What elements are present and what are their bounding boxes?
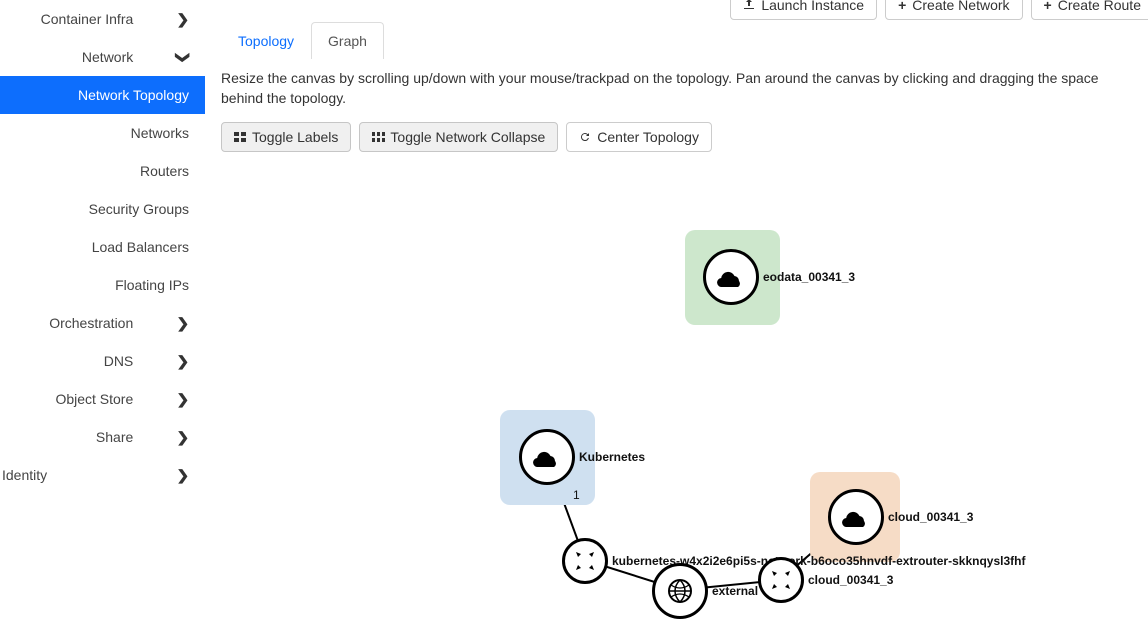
toggle-labels-button[interactable]: Toggle Labels	[221, 122, 351, 152]
sidebar-item-label: Object Store	[4, 391, 177, 407]
tab-label: Topology	[238, 33, 294, 49]
cloud-icon	[703, 249, 759, 305]
create-network-button[interactable]: Create Network	[885, 0, 1022, 20]
chevron-right-icon: ❯	[177, 391, 190, 408]
sidebar-item-identity[interactable]: Identity ❯	[0, 456, 205, 494]
sidebar-item-network-topology[interactable]: Network Topology	[0, 76, 205, 114]
button-label: Toggle Labels	[252, 129, 338, 145]
sidebar-item-share[interactable]: Share ❯	[0, 418, 205, 456]
graph-hint-text: Resize the canvas by scrolling up/down w…	[221, 69, 1141, 108]
sidebar-item-label: Floating IPs	[0, 277, 189, 293]
sidebar-item-label: Network	[4, 49, 177, 65]
button-label: Create Route	[1058, 0, 1141, 13]
network-node-cloud[interactable]: cloud_00341_3	[828, 489, 973, 545]
top-action-buttons: Launch Instance Create Network Create Ro…	[730, 0, 1148, 20]
sidebar-item-label: Container Infra	[4, 11, 177, 27]
cloud-icon	[519, 429, 575, 485]
topology-canvas[interactable]: eodata_00341_3 Kubernetes 1 cloud_00341_…	[205, 150, 1148, 635]
button-label: Toggle Network Collapse	[390, 129, 545, 145]
sidebar-item-label: Network Topology	[0, 87, 189, 103]
router-icon	[758, 557, 804, 603]
sidebar-item-routers[interactable]: Routers	[0, 152, 205, 190]
sidebar-item-label: Identity	[2, 467, 47, 483]
chevron-right-icon: ❯	[177, 11, 190, 28]
button-label: Launch Instance	[761, 0, 864, 13]
plus-icon	[898, 0, 906, 13]
node-badge: 1	[573, 488, 580, 502]
sidebar-item-label: Load Balancers	[0, 239, 189, 255]
router-node-cloud[interactable]: cloud_00341_3	[758, 557, 893, 603]
toggle-network-collapse-button[interactable]: Toggle Network Collapse	[359, 122, 558, 152]
refresh-icon	[579, 131, 591, 143]
sidebar-item-networks[interactable]: Networks	[0, 114, 205, 152]
node-label: external	[712, 584, 758, 598]
sidebar-item-label: Routers	[0, 163, 189, 179]
sidebar-item-dns[interactable]: DNS ❯	[0, 342, 205, 380]
globe-icon	[652, 563, 708, 619]
chevron-down-icon: ❯	[175, 51, 192, 64]
upload-icon	[743, 0, 755, 13]
sidebar-item-container-infra[interactable]: Container Infra ❯	[0, 0, 205, 38]
network-node-eodata[interactable]: eodata_00341_3	[703, 249, 855, 305]
sidebar-item-object-store[interactable]: Object Store ❯	[0, 380, 205, 418]
chevron-right-icon: ❯	[177, 429, 190, 446]
router-icon	[562, 538, 608, 584]
chevron-right-icon: ❯	[177, 467, 190, 484]
network-node-kubernetes[interactable]: Kubernetes	[519, 429, 645, 485]
chevron-right-icon: ❯	[177, 315, 190, 332]
node-label: eodata_00341_3	[763, 270, 855, 284]
sidebar-item-network[interactable]: Network ❯	[0, 38, 205, 76]
sidebar-item-security-groups[interactable]: Security Groups	[0, 190, 205, 228]
tab-graph[interactable]: Graph	[311, 22, 384, 59]
button-label: Center Topology	[597, 129, 699, 145]
sidebar-item-label: Security Groups	[0, 201, 189, 217]
grid-small-icon	[372, 132, 384, 142]
sidebar-item-floating-ips[interactable]: Floating IPs	[0, 266, 205, 304]
create-router-button[interactable]: Create Route	[1031, 0, 1148, 20]
grid-large-icon	[234, 132, 246, 142]
graph-toolbar: Toggle Labels Toggle Network Collapse Ce…	[221, 122, 1148, 152]
cloud-icon	[828, 489, 884, 545]
main-panel: Launch Instance Create Network Create Ro…	[205, 0, 1148, 635]
external-node[interactable]: external	[652, 563, 758, 619]
chevron-right-icon: ❯	[177, 353, 190, 370]
node-label: Kubernetes	[579, 450, 645, 464]
sidebar-item-label: DNS	[4, 353, 177, 369]
sidebar: Container Infra ❯ Network ❯ Network Topo…	[0, 0, 205, 635]
button-label: Create Network	[912, 0, 1009, 13]
plus-icon	[1044, 0, 1052, 13]
sidebar-item-load-balancers[interactable]: Load Balancers	[0, 228, 205, 266]
tab-topology[interactable]: Topology	[221, 22, 311, 59]
sidebar-item-orchestration[interactable]: Orchestration ❯	[0, 304, 205, 342]
launch-instance-button[interactable]: Launch Instance	[730, 0, 877, 20]
node-label: cloud_00341_3	[888, 510, 973, 524]
node-label: cloud_00341_3	[808, 573, 893, 587]
sidebar-item-label: Orchestration	[4, 315, 177, 331]
tab-label: Graph	[328, 33, 367, 49]
view-tabs: Topology Graph	[221, 22, 1148, 59]
sidebar-item-label: Share	[4, 429, 177, 445]
center-topology-button[interactable]: Center Topology	[566, 122, 712, 152]
sidebar-item-label: Networks	[0, 125, 189, 141]
sidebar-subnav-network: Network Topology Networks Routers Securi…	[0, 76, 205, 304]
